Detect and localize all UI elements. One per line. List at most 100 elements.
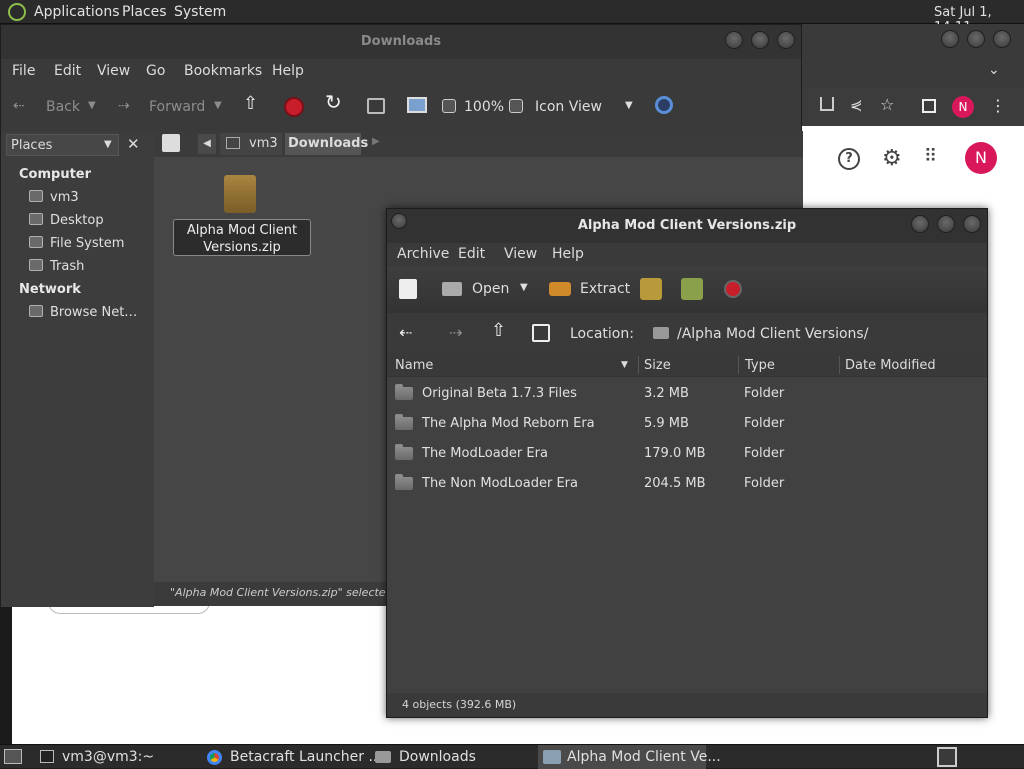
menu-edit[interactable]: Edit bbox=[54, 63, 81, 79]
sidebar-selector[interactable]: Places ▼ bbox=[6, 134, 119, 156]
back-icon[interactable]: ⇠ bbox=[13, 97, 25, 115]
open-dropdown-icon[interactable]: ▼ bbox=[520, 279, 528, 297]
zoom-in-icon[interactable] bbox=[509, 99, 523, 113]
column-separator[interactable] bbox=[839, 356, 840, 374]
show-desktop-icon[interactable] bbox=[4, 749, 22, 764]
column-header-name[interactable]: Name bbox=[395, 358, 433, 373]
menu-file[interactable]: File bbox=[12, 63, 35, 79]
menu-help[interactable]: Help bbox=[272, 63, 304, 79]
table-row[interactable]: The Non ModLoader Era 204.5 MB Folder bbox=[387, 469, 987, 499]
forward-icon[interactable]: ⇢ bbox=[118, 97, 130, 115]
chevron-down-icon[interactable]: ⌄ bbox=[988, 62, 1000, 78]
profile-avatar[interactable]: N bbox=[952, 96, 974, 118]
path-right-arrow-icon[interactable]: ▶ bbox=[372, 136, 380, 147]
window-titlebar[interactable]: Downloads bbox=[1, 25, 801, 59]
share-icon[interactable]: ⋞ bbox=[850, 96, 863, 114]
forward-icon[interactable]: ⇢ bbox=[449, 324, 462, 342]
menu-edit[interactable]: Edit bbox=[458, 246, 485, 262]
close-sidebar-icon[interactable]: ✕ bbox=[127, 135, 140, 153]
path-crumb-vm3[interactable]: vm3 bbox=[220, 133, 282, 155]
search-icon[interactable] bbox=[655, 96, 673, 114]
path-left-arrow-icon[interactable]: ◀ bbox=[198, 134, 216, 154]
task-betacraft[interactable]: Betacraft Launcher ... bbox=[200, 745, 382, 769]
sidebar-item-desktop[interactable]: Desktop bbox=[29, 213, 104, 228]
menu-view[interactable]: View bbox=[97, 63, 130, 79]
location-path[interactable]: /Alpha Mod Client Versions/ bbox=[677, 325, 868, 343]
task-terminal[interactable]: vm3@vm3:~ bbox=[34, 745, 199, 769]
up-arrow-icon[interactable]: ⇧ bbox=[491, 322, 506, 340]
close-icon[interactable] bbox=[777, 31, 795, 49]
maximize-icon[interactable] bbox=[937, 215, 955, 233]
minimize-icon[interactable] bbox=[911, 215, 929, 233]
open-icon[interactable] bbox=[442, 282, 462, 296]
more-icon[interactable]: ⋮ bbox=[990, 96, 1006, 115]
menu-bookmarks[interactable]: Bookmarks bbox=[184, 63, 262, 79]
add-files-icon[interactable] bbox=[640, 278, 662, 300]
file-item-label[interactable]: Alpha Mod Client Versions.zip bbox=[173, 219, 311, 256]
menu-help[interactable]: Help bbox=[552, 246, 584, 262]
minimize-icon[interactable] bbox=[941, 30, 959, 48]
download-icon[interactable] bbox=[820, 97, 834, 111]
distro-logo-icon[interactable] bbox=[8, 3, 26, 21]
task-downloads[interactable]: Downloads bbox=[368, 745, 536, 769]
column-header-type[interactable]: Type bbox=[745, 358, 775, 373]
sidepanel-icon[interactable] bbox=[922, 99, 936, 113]
minimize-icon[interactable] bbox=[725, 31, 743, 49]
close-icon[interactable] bbox=[963, 215, 981, 233]
computer-icon[interactable] bbox=[407, 97, 427, 113]
applications-menu[interactable]: Applications bbox=[34, 4, 120, 20]
places-menu[interactable]: Places bbox=[122, 4, 167, 20]
sidebar-item-vm3[interactable]: vm3 bbox=[29, 190, 79, 205]
reload-icon[interactable]: ↻ bbox=[325, 92, 342, 112]
back-dropdown-icon[interactable]: ▼ bbox=[88, 97, 96, 115]
add-folder-icon[interactable] bbox=[681, 278, 703, 300]
sidebar-item-file-system[interactable]: File System bbox=[29, 236, 124, 251]
task-archive-manager[interactable]: Alpha Mod Client Ve... bbox=[538, 745, 721, 769]
account-avatar[interactable]: N bbox=[965, 142, 997, 174]
gear-icon[interactable]: ⚙ bbox=[882, 146, 902, 171]
table-row[interactable]: Original Beta 1.7.3 Files 3.2 MB Folder bbox=[387, 379, 987, 409]
zoom-out-icon[interactable] bbox=[442, 99, 456, 113]
forward-button[interactable]: Forward bbox=[149, 98, 205, 116]
help-icon[interactable]: ? bbox=[838, 148, 860, 170]
new-archive-icon[interactable] bbox=[399, 279, 417, 299]
window-titlebar[interactable]: Alpha Mod Client Versions.zip bbox=[387, 209, 987, 243]
home-icon[interactable] bbox=[532, 324, 550, 342]
view-mode-select[interactable]: Icon View bbox=[535, 98, 602, 116]
view-dropdown-icon[interactable]: ▼ bbox=[625, 97, 633, 115]
column-separator[interactable] bbox=[638, 356, 639, 374]
maximize-icon[interactable] bbox=[967, 30, 985, 48]
apps-grid-icon[interactable]: ⠿ bbox=[924, 146, 937, 167]
menu-go[interactable]: Go bbox=[146, 63, 165, 79]
column-separator[interactable] bbox=[738, 356, 739, 374]
row-size: 179.0 MB bbox=[644, 446, 706, 461]
window-menu-icon[interactable] bbox=[391, 213, 407, 229]
star-icon[interactable]: ☆ bbox=[880, 95, 894, 114]
table-row[interactable]: The ModLoader Era 179.0 MB Folder bbox=[387, 439, 987, 469]
forward-dropdown-icon[interactable]: ▼ bbox=[214, 97, 222, 115]
zoom-level: 100% bbox=[464, 99, 505, 115]
zip-archive-icon[interactable] bbox=[224, 175, 256, 213]
system-menu[interactable]: System bbox=[174, 4, 226, 20]
table-row[interactable]: The Alpha Mod Reborn Era 5.9 MB Folder bbox=[387, 409, 987, 439]
workspace-switcher-icon[interactable] bbox=[937, 747, 957, 767]
stop-icon[interactable] bbox=[724, 280, 742, 298]
maximize-icon[interactable] bbox=[751, 31, 769, 49]
column-header-size[interactable]: Size bbox=[644, 358, 671, 373]
column-header-date-modified[interactable]: Date Modified bbox=[845, 358, 936, 373]
open-button[interactable]: Open bbox=[472, 280, 509, 298]
home-icon[interactable] bbox=[367, 98, 385, 114]
stop-icon[interactable] bbox=[284, 97, 304, 117]
menu-archive[interactable]: Archive bbox=[397, 246, 449, 262]
back-button[interactable]: Back bbox=[46, 98, 80, 116]
close-icon[interactable] bbox=[993, 30, 1011, 48]
edit-location-icon[interactable] bbox=[162, 134, 180, 152]
sidebar-item-browse-network[interactable]: Browse Net… bbox=[29, 305, 137, 320]
path-crumb-downloads[interactable]: Downloads bbox=[285, 133, 368, 155]
sidebar-item-trash[interactable]: Trash bbox=[29, 259, 84, 274]
back-icon[interactable]: ⇠ bbox=[399, 324, 412, 342]
extract-button[interactable]: Extract bbox=[580, 280, 630, 298]
menu-view[interactable]: View bbox=[504, 246, 537, 262]
extract-icon[interactable] bbox=[549, 282, 571, 296]
up-arrow-icon[interactable]: ⇧ bbox=[243, 95, 258, 113]
